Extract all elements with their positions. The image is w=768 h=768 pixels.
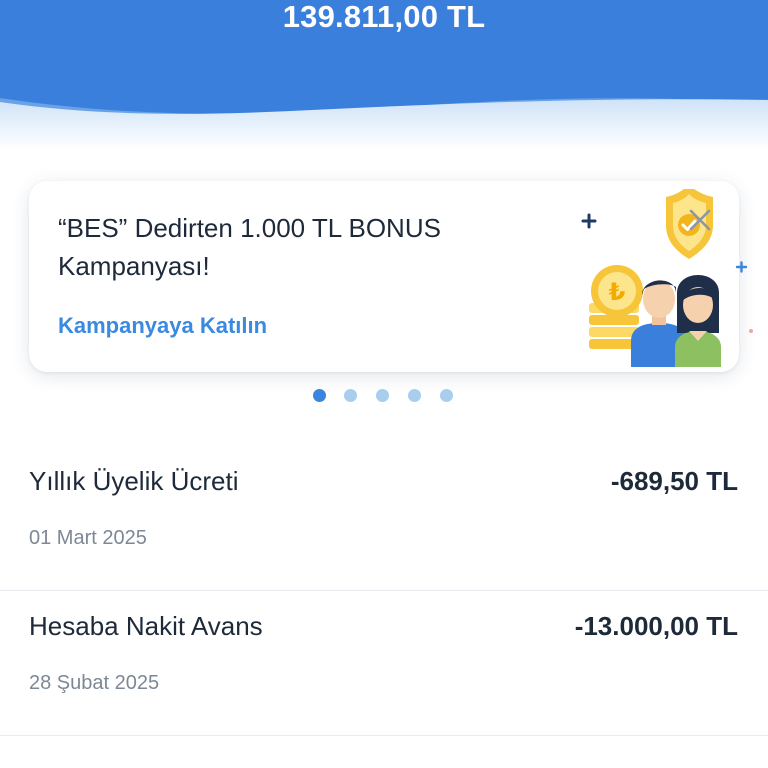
header-wave (0, 98, 768, 150)
carousel-dot[interactable] (440, 389, 453, 402)
carousel-dot[interactable] (313, 389, 326, 402)
woman-figure (675, 275, 721, 367)
transaction-name: Hesaba Nakit Avans (29, 611, 263, 641)
campaign-title: “BES” Dedirten 1.000 TL BONUS Kampanyası… (58, 213, 441, 281)
carousel-dot[interactable] (408, 389, 421, 402)
transaction-row[interactable]: Yıllık Üyelik Ücreti -689,50 TL 01 Mart … (0, 446, 768, 591)
transaction-name: Yıllık Üyelik Ücreti (29, 466, 239, 496)
campaign-card[interactable]: “BES” Dedirten 1.000 TL BONUS Kampanyası… (29, 181, 753, 372)
total-balance: 139.811,00 TL (282, 0, 486, 34)
carousel-dot[interactable] (376, 389, 389, 402)
transaction-row[interactable]: Hesaba Nakit Avans -13.000,00 TL 28 Şuba… (0, 591, 768, 736)
transaction-amount: -13.000,00 TL (574, 611, 738, 641)
plus-icon (581, 213, 597, 229)
plus-icon (735, 261, 748, 273)
transaction-date: 01 Mart 2025 (29, 527, 147, 549)
svg-text:₺: ₺ (609, 278, 626, 306)
join-campaign-link[interactable]: Kampanyaya Katılın (58, 313, 267, 339)
transaction-amount: -689,50 TL (610, 466, 738, 496)
transaction-date: 28 Şubat 2025 (29, 672, 160, 694)
carousel-dot[interactable] (344, 389, 357, 402)
balance-header: 139.811,00 TL (0, 0, 768, 150)
campaign-illustration: ₺ (581, 189, 753, 367)
close-icon[interactable] (685, 205, 715, 235)
